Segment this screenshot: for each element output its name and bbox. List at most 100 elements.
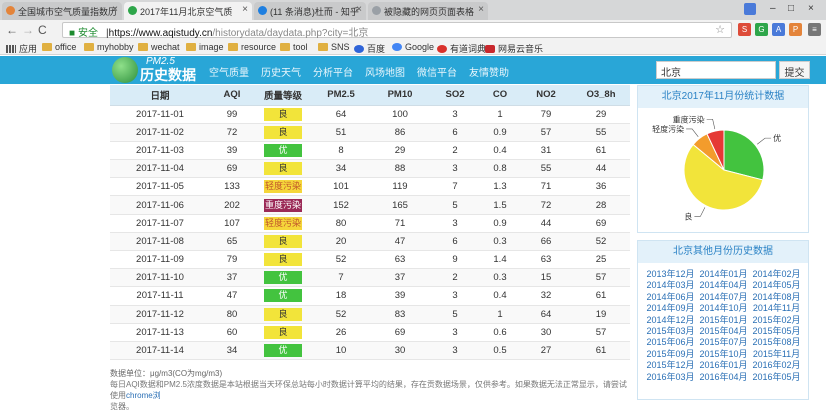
table-cell: 2017-11-04 — [110, 159, 210, 179]
minimize-button[interactable]: – — [770, 3, 776, 14]
bookmark-baidu[interactable]: 百度 — [354, 42, 385, 55]
back-icon[interactable]: ← — [6, 23, 18, 37]
chrome-link[interactable]: chrome浏 — [126, 391, 161, 400]
nav-air-quality[interactable]: 空气质量 — [209, 64, 249, 79]
close-tab-icon[interactable]: × — [356, 4, 362, 15]
history-month-link[interactable]: 2014年12月 — [644, 315, 697, 326]
extension-icon[interactable]: S — [738, 23, 751, 36]
history-month-link[interactable]: 2014年10月 — [697, 303, 750, 314]
bookmark-star-icon[interactable]: ☆ — [715, 23, 725, 36]
bookmark-google[interactable]: Google — [392, 42, 434, 52]
search-submit-button[interactable]: 提交 — [779, 61, 810, 79]
browser-tab[interactable]: 全国城市空气质量指数历 × — [2, 2, 122, 20]
history-month-link[interactable]: 2015年03月 — [644, 326, 697, 337]
history-month-link[interactable]: 2015年02月 — [750, 315, 803, 326]
history-month-link[interactable]: 2014年03月 — [644, 280, 697, 291]
table-cell: 32 — [520, 286, 572, 306]
city-search-input[interactable]: 北京 — [656, 61, 776, 79]
history-month-link[interactable]: 2015年06月 — [644, 337, 697, 348]
close-window-button[interactable]: × — [808, 3, 814, 14]
secure-label: 安全 — [78, 28, 99, 39]
history-month-link[interactable]: 2014年02月 — [750, 269, 803, 280]
maximize-button[interactable]: □ — [788, 3, 794, 14]
history-month-link[interactable]: 2014年06月 — [644, 292, 697, 303]
bookmark-folder-wechat[interactable]: wechat — [138, 42, 180, 52]
table-cell: 100 — [370, 105, 430, 124]
bookmark-folder-office[interactable]: office — [42, 42, 76, 52]
favicon-icon — [6, 6, 15, 15]
table-cell: 2017-11-08 — [110, 232, 210, 252]
history-month-link[interactable]: 2016年05月 — [750, 372, 803, 383]
nav-sponsor[interactable]: 友情赞助 — [469, 64, 509, 79]
table-cell: 29 — [572, 105, 630, 124]
nav-analysis-platform[interactable]: 分析平台 — [313, 64, 353, 79]
bookmark-apps[interactable]: 应用 — [6, 42, 37, 55]
favicon-icon — [258, 6, 267, 15]
history-month-link[interactable]: 2016年03月 — [644, 372, 697, 383]
table-row: 2017-11-04 69 良 34 88 3 0.8 55 44 — [110, 159, 630, 179]
table-cell: 57 — [572, 268, 630, 288]
history-month-link[interactable]: 2014年11月 — [750, 303, 803, 314]
history-month-link[interactable]: 2015年04月 — [697, 326, 750, 337]
column-header: SO2 — [430, 85, 480, 106]
menu-icon[interactable]: ≡ — [808, 23, 821, 36]
nav-wind-map[interactable]: 风场地图 — [365, 64, 405, 79]
history-month-link[interactable]: 2014年08月 — [750, 292, 803, 303]
history-month-link[interactable]: 2015年09月 — [644, 349, 697, 360]
profile-icon[interactable] — [744, 3, 756, 15]
bookmark-folder-sns[interactable]: SNS — [318, 42, 350, 52]
history-month-link[interactable]: 2016年02月 — [750, 360, 803, 371]
bookmark-netease-music[interactable]: 网易云音乐 — [485, 42, 543, 55]
table-cell: 202 — [210, 195, 254, 215]
extension-icon[interactable]: A — [772, 23, 785, 36]
bookmark-label: 百度 — [367, 44, 386, 54]
table-row: 2017-11-11 47 优 18 39 3 0.4 32 61 — [110, 286, 630, 306]
history-month-link[interactable]: 2014年04月 — [697, 280, 750, 291]
bookmark-folder-image[interactable]: image — [186, 42, 224, 52]
close-tab-icon[interactable]: × — [242, 4, 248, 15]
browser-tab-active[interactable]: 2017年11月北京空气质 × — [124, 2, 252, 20]
close-tab-icon[interactable]: × — [478, 4, 484, 15]
history-month-link[interactable]: 2014年09月 — [644, 303, 697, 314]
quality-level-badge: 良 — [264, 125, 302, 139]
history-month-link[interactable]: 2015年08月 — [750, 337, 803, 348]
history-month-link[interactable]: 2015年01月 — [697, 315, 750, 326]
tab-title: (11 条消息)杜而 - 知乎 — [270, 7, 359, 17]
reload-icon[interactable]: C — [38, 23, 47, 37]
quality-level-badge: 优 — [264, 271, 302, 285]
table-cell: 3 — [430, 286, 480, 306]
address-bar[interactable]: ■ 安全 |https://www.aqistudy.cn/historydata/… — [62, 22, 732, 39]
browser-tab[interactable]: (11 条消息)杜而 - 知乎 × — [254, 2, 366, 20]
history-month-link[interactable]: 2015年05月 — [750, 326, 803, 337]
history-month-link[interactable]: 2015年11月 — [750, 349, 803, 360]
table-cell: 15 — [520, 268, 572, 288]
bookmark-folder-resource[interactable]: resource — [228, 42, 276, 52]
bookmark-folder-myhobby[interactable]: myhobby — [84, 42, 134, 52]
pie-label-line — [757, 137, 772, 145]
table-cell: 64 — [312, 105, 370, 124]
forward-icon[interactable]: → — [22, 23, 34, 37]
history-month-link[interactable]: 2014年05月 — [750, 280, 803, 291]
history-month-link[interactable]: 2014年01月 — [697, 269, 750, 280]
history-month-link[interactable]: 2014年07月 — [697, 292, 750, 303]
nav-wechat-platform[interactable]: 微信平台 — [417, 64, 457, 79]
extension-icon[interactable]: P — [789, 23, 802, 36]
history-month-link[interactable]: 2015年10月 — [697, 349, 750, 360]
bookmark-folder-tool[interactable]: tool — [280, 42, 308, 52]
close-tab-icon[interactable]: × — [112, 4, 118, 15]
quality-level-badge: 良 — [264, 107, 302, 121]
table-cell: 2017-11-13 — [110, 323, 210, 342]
site-logo[interactable]: PM2.5 历史数据 — [112, 56, 202, 84]
history-month-link[interactable]: 2016年04月 — [697, 372, 750, 383]
history-month-link[interactable]: 2015年07月 — [697, 337, 750, 348]
history-month-link[interactable]: 2015年12月 — [644, 360, 697, 371]
browser-tab[interactable]: 被隐藏的网页页面表格 × — [368, 2, 488, 20]
folder-icon — [186, 43, 196, 51]
bookmark-youdao[interactable]: 有道词典 — [437, 42, 486, 55]
history-month-link[interactable]: 2016年01月 — [697, 360, 750, 371]
extension-icon[interactable]: G — [755, 23, 768, 36]
history-month-link[interactable]: 2013年12月 — [644, 269, 697, 280]
nav-history-weather[interactable]: 历史天气 — [261, 64, 301, 79]
table-cell: 44 — [572, 159, 630, 179]
table-cell: 5 — [430, 305, 480, 324]
